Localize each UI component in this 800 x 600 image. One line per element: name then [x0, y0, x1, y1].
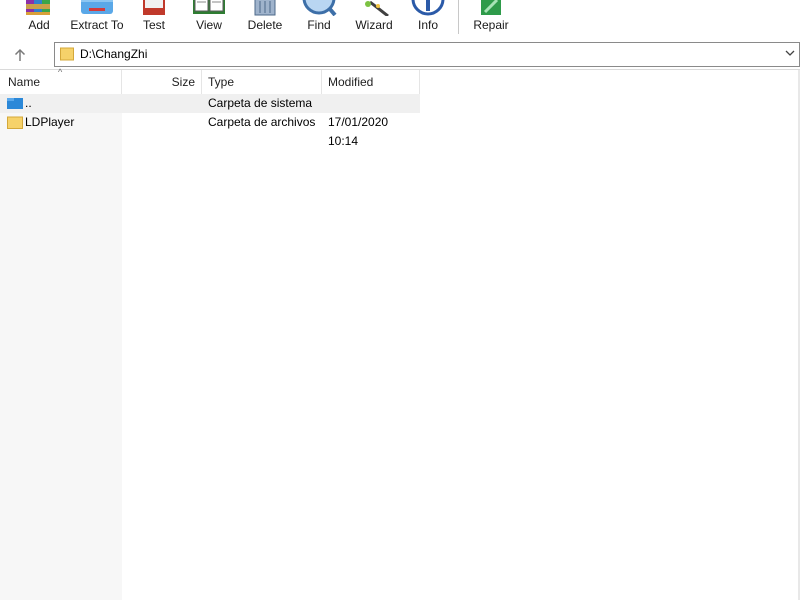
view-button[interactable]: View [186, 0, 232, 40]
info-label: Info [417, 18, 438, 32]
item-type: Carpeta de sistema [208, 96, 313, 110]
open-book-icon [193, 0, 225, 14]
magnifier-icon [302, 0, 337, 16]
item-modified: 17/01/2020 10:14 [328, 115, 389, 148]
column-header-size[interactable]: Size [122, 70, 202, 94]
item-type: Carpeta de archivos [208, 115, 316, 129]
up-folder-button[interactable] [6, 43, 34, 66]
column-header-type[interactable]: Type [202, 70, 322, 94]
extract-to-button[interactable]: Extract To [68, 0, 126, 40]
winrar-window: Add Extract To Test View Delete Find Wiz… [0, 0, 800, 600]
test-label: Test [142, 18, 165, 32]
folder-icon [7, 116, 23, 129]
chevron-down-icon[interactable] [785, 48, 795, 58]
file-list[interactable]: Name ^ Size Type Modified .. Carpeta de … [0, 67, 800, 600]
folder-icon [60, 47, 74, 61]
column-type-label: Type [208, 75, 235, 89]
sort-ascending-icon: ^ [58, 67, 63, 77]
toolbar-separator [458, 0, 459, 34]
add-button[interactable]: Add [14, 0, 64, 40]
view-label: View [196, 18, 222, 32]
test-check-icon [143, 0, 165, 15]
item-name: LDPlayer [25, 115, 75, 129]
toolbar: Add Extract To Test View Delete Find Wiz… [0, 0, 800, 40]
list-header: Name ^ Size Type Modified [0, 67, 420, 94]
list-item-parent[interactable]: .. Carpeta de sistema [0, 94, 420, 113]
delete-label: Delete [247, 18, 283, 32]
wizard-label: Wizard [355, 18, 393, 32]
archive-books-icon [26, 0, 50, 15]
first-aid-icon [481, 0, 501, 15]
trash-icon [254, 0, 276, 16]
info-button[interactable]: Info [408, 0, 448, 40]
column-size-label: Size [171, 75, 195, 89]
extract-folder-icon [81, 0, 113, 14]
item-name: .. [25, 96, 32, 110]
address-row: D:\ChangZhi [0, 41, 800, 68]
name-column-highlight [0, 94, 122, 600]
column-name-label: Name [8, 75, 41, 89]
delete-button[interactable]: Delete [242, 0, 288, 40]
repair-label: Repair [473, 18, 509, 32]
find-button[interactable]: Find [298, 0, 340, 40]
up-arrow-icon [14, 48, 26, 61]
repair-button[interactable]: Repair [468, 0, 514, 40]
add-label: Add [28, 18, 50, 32]
address-path-text: D:\ChangZhi [80, 47, 148, 61]
extract-to-label: Extract To [70, 18, 124, 32]
info-icon [411, 0, 445, 16]
parent-folder-icon [7, 98, 23, 109]
test-button[interactable]: Test [132, 0, 176, 40]
find-label: Find [307, 18, 331, 32]
address-path-field[interactable]: D:\ChangZhi [54, 42, 800, 67]
column-header-modified[interactable]: Modified [322, 70, 420, 94]
column-header-name[interactable]: Name ^ [0, 67, 122, 94]
list-item-ldplayer[interactable]: LDPlayer Carpeta de archivos 17/01/2020 … [0, 113, 420, 148]
magic-wand-icon [365, 0, 389, 16]
column-modified-label: Modified [328, 75, 374, 89]
wizard-button[interactable]: Wizard [350, 0, 398, 40]
